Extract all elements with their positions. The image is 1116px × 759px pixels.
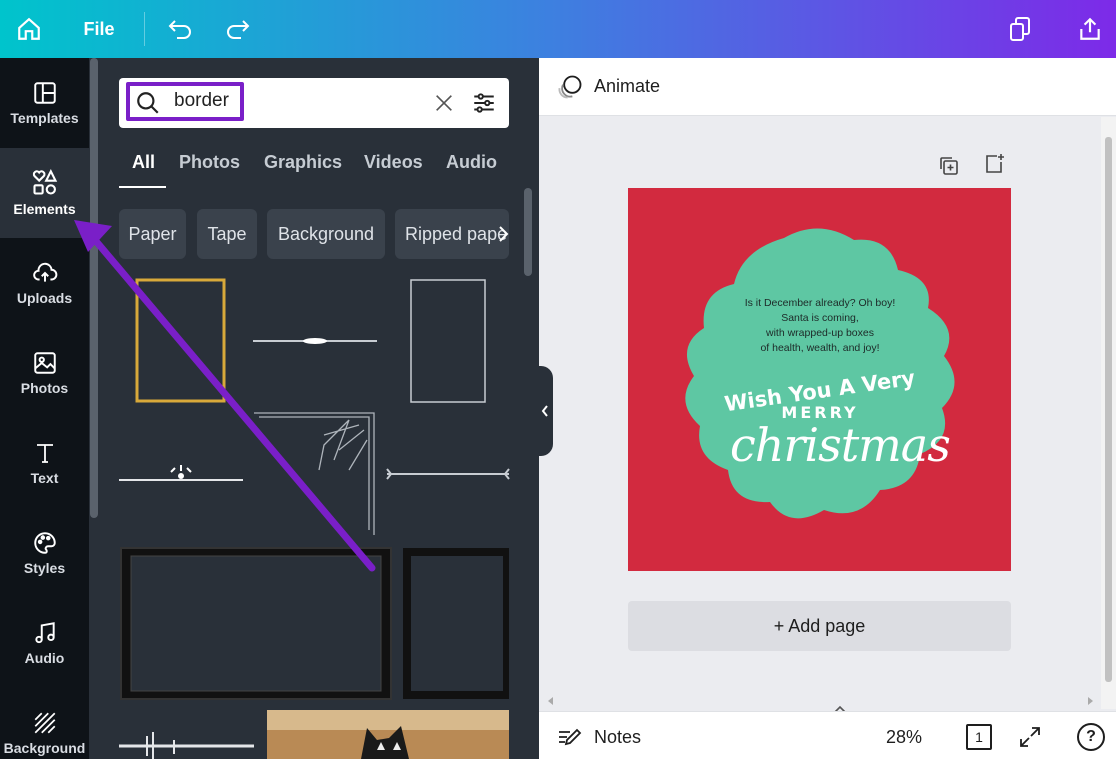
photo-thumbnail (267, 710, 509, 759)
rail-item-templates[interactable]: Templates (0, 58, 89, 148)
rail-label: Background (3, 740, 86, 756)
panel-scrollbar[interactable] (524, 188, 532, 276)
file-menu[interactable]: File (78, 0, 120, 58)
chip-tape[interactable]: Tape (197, 209, 257, 259)
home-button[interactable] (10, 0, 48, 58)
undo-button[interactable] (164, 0, 196, 58)
page-count-button[interactable]: 1 (966, 724, 992, 750)
fullscreen-icon[interactable] (1018, 725, 1042, 749)
animate-button[interactable]: Animate (594, 76, 660, 97)
tab-graphics[interactable]: Graphics (264, 152, 342, 173)
message-line: Santa is coming, (781, 312, 859, 324)
duplicate-page-icon[interactable] (937, 154, 961, 178)
tab-audio[interactable]: Audio (446, 152, 497, 173)
divider-flourish-border (119, 465, 243, 481)
gold-frame-border (135, 278, 226, 403)
redo-icon (227, 20, 250, 39)
templates-icon (33, 82, 56, 104)
tab-all[interactable]: All (132, 152, 155, 173)
rail-item-audio[interactable]: Audio (0, 598, 89, 688)
rail-item-styles[interactable]: Styles (0, 508, 89, 598)
collapse-panel-button[interactable] (536, 366, 553, 456)
home-icon (18, 17, 40, 40)
notes-icon (559, 728, 582, 746)
resize-button[interactable] (1004, 0, 1036, 58)
zoom-level[interactable]: 28% (886, 727, 922, 748)
tab-photos[interactable]: Photos (179, 152, 240, 173)
notes-button[interactable]: Notes (594, 727, 641, 748)
share-button[interactable] (1074, 0, 1106, 58)
thin-white-frame-border (410, 279, 486, 403)
chevron-right-icon[interactable] (494, 222, 512, 246)
share-upload-icon (1080, 17, 1100, 40)
black-bevel-frame-border (120, 547, 392, 700)
redo-button[interactable] (222, 0, 254, 58)
film-frame-border (403, 548, 509, 699)
rail-label: Text (30, 470, 59, 486)
active-tab-underline (119, 186, 166, 188)
clear-search-icon[interactable] (433, 92, 455, 114)
rail-scrollbar[interactable] (90, 58, 98, 518)
tab-videos[interactable]: Videos (364, 152, 423, 173)
toolbar-divider (144, 12, 145, 46)
green-badge-shape: Wish You A Very MERRY (685, 228, 955, 519)
help-button[interactable]: ? (1077, 723, 1105, 751)
christmas-script-text: christmas (730, 418, 951, 472)
chip-ripped-paper[interactable]: Ripped pape (395, 209, 509, 259)
rail-label: Styles (23, 560, 66, 576)
rail-label: Photos (20, 380, 69, 396)
message-line: of health, wealth, and joy! (760, 342, 880, 354)
animate-icon (558, 75, 582, 99)
elements-icon (32, 169, 57, 195)
search-highlight-box (126, 82, 244, 121)
side-rail: Templates Elements Uploads Photos Text S… (0, 58, 89, 759)
arrow-line-border (386, 468, 510, 480)
photos-icon (33, 352, 56, 374)
border-results-grid[interactable] (119, 270, 519, 759)
rail-item-background[interactable]: Background (0, 688, 89, 759)
rough-line-border (119, 732, 254, 759)
undo-icon (168, 20, 191, 39)
rail-item-text[interactable]: Text (0, 418, 89, 508)
scroll-right-arrow-icon[interactable] (1085, 695, 1095, 707)
rail-label: Audio (24, 650, 65, 666)
filter-sliders-icon[interactable] (471, 90, 497, 116)
add-page-icon[interactable] (982, 152, 1006, 176)
greeting-message: Is it December already? Oh boy! Santa is… (700, 296, 940, 356)
rail-item-photos[interactable]: Photos (0, 328, 89, 418)
rail-item-uploads[interactable]: Uploads (0, 238, 89, 328)
rail-label: Uploads (16, 290, 73, 306)
message-line: with wrapped-up boxes (766, 327, 874, 339)
chevron-left-icon (541, 405, 548, 417)
rail-item-elements[interactable]: Elements (0, 148, 89, 238)
add-page-button[interactable]: + Add page (628, 601, 1011, 651)
rail-label: Templates (10, 110, 79, 126)
scroll-left-arrow-icon[interactable] (546, 695, 556, 707)
copy-pages-icon (1010, 17, 1030, 41)
top-bar: File (0, 0, 1116, 58)
corner-flourish-border (254, 412, 375, 535)
upload-cloud-icon (32, 262, 57, 282)
background-icon (34, 712, 55, 734)
text-icon (36, 444, 53, 463)
ornament-line-border (253, 338, 377, 344)
message-line: Is it December already? Oh boy! (744, 297, 896, 309)
chip-background[interactable]: Background (267, 209, 385, 259)
palette-icon (33, 532, 56, 554)
canvas-vertical-scrollbar[interactable] (1101, 117, 1116, 709)
rail-label: Elements (13, 201, 76, 217)
music-note-icon (34, 622, 55, 644)
chip-paper[interactable]: Paper (119, 209, 186, 259)
